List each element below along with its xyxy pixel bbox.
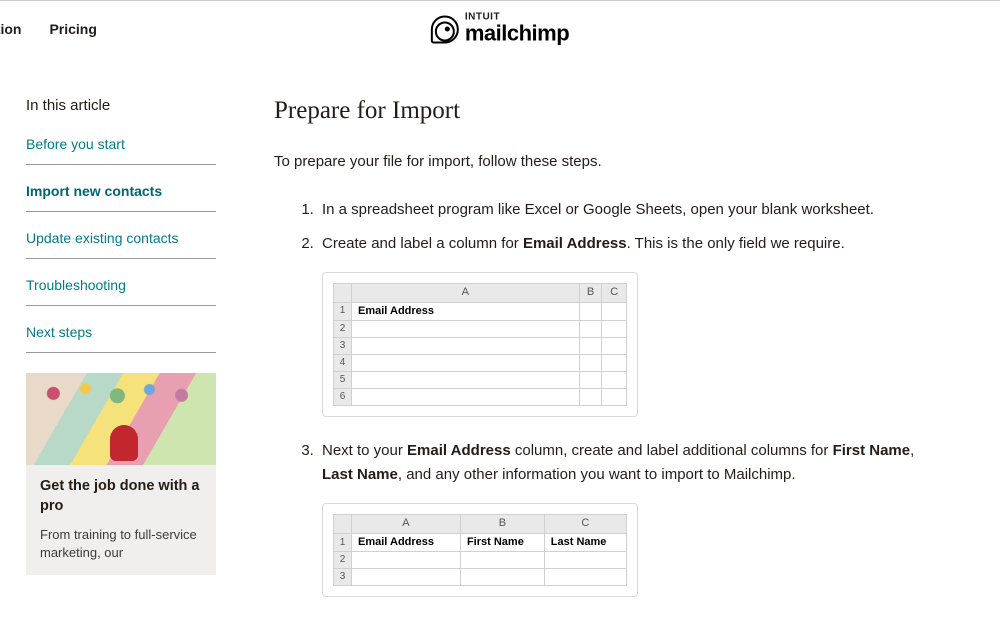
cell (352, 372, 580, 389)
toc-list: Before you start Import new contacts Upd… (26, 136, 236, 353)
page-body: In this article Before you start Import … (0, 57, 1000, 619)
spreadsheet-example-1: A B C 1Email Address 2 3 4 5 6 (322, 272, 638, 417)
article-lead: To prepare your file for import, follow … (274, 153, 936, 170)
top-nav: ation Pricing INTUIT mailchimp (0, 1, 1000, 57)
toc-item-before-you-start[interactable]: Before you start (26, 136, 216, 165)
mailchimp-monkey-icon (431, 15, 459, 43)
top-nav-left: ation Pricing (0, 21, 97, 37)
col-header: C (602, 284, 627, 303)
cell (544, 569, 626, 586)
promo-image (26, 373, 216, 465)
col-header: A (352, 515, 461, 534)
cell (579, 389, 602, 406)
sheet-corner (334, 284, 352, 303)
cell (602, 355, 627, 372)
cell (579, 338, 602, 355)
row-header: 2 (334, 552, 352, 569)
col-header: B (460, 515, 544, 534)
step-3: Next to your Email Address column, creat… (318, 439, 936, 597)
row-header: 6 (334, 389, 352, 406)
brand-name: mailchimp (465, 21, 569, 46)
row-header: 1 (334, 533, 352, 552)
cell-b1: First Name (460, 533, 544, 552)
step-2-bold: Email Address (523, 235, 627, 252)
row-header: 2 (334, 321, 352, 338)
step-3-text-g: , and any other information you want to … (398, 466, 796, 483)
brand-text: INTUIT mailchimp (465, 13, 569, 46)
toc-heading: In this article (26, 97, 236, 114)
sheet-corner (334, 515, 352, 534)
cell (602, 389, 627, 406)
sheet-table: A B C 1Email AddressFirst NameLast Name … (333, 514, 627, 586)
row-header: 4 (334, 355, 352, 372)
promo-title: Get the job done with a pro (40, 477, 202, 516)
toc-item-import-new-contacts[interactable]: Import new contacts (26, 183, 216, 212)
cell-a1: Email Address (352, 302, 580, 321)
step-3-bold-email: Email Address (407, 442, 511, 459)
cell (352, 552, 461, 569)
cell (352, 355, 580, 372)
step-3-text-c: column, create and label additional colu… (511, 442, 833, 459)
cell (579, 302, 602, 321)
cell (602, 302, 627, 321)
step-3-bold-last: Last Name (322, 466, 398, 483)
cell (544, 552, 626, 569)
cell (602, 338, 627, 355)
toc-link[interactable]: Troubleshooting (26, 277, 126, 293)
toc-item-update-existing-contacts[interactable]: Update existing contacts (26, 230, 216, 259)
cell-c1: Last Name (544, 533, 626, 552)
col-header: A (352, 284, 580, 303)
col-header: B (579, 284, 602, 303)
cell (579, 372, 602, 389)
nav-item-partial[interactable]: ation (0, 21, 21, 37)
row-header: 3 (334, 338, 352, 355)
brand-logo[interactable]: INTUIT mailchimp (431, 13, 569, 46)
toc-link[interactable]: Import new contacts (26, 183, 162, 199)
toc-link[interactable]: Next steps (26, 324, 92, 340)
step-2: Create and label a column for Email Addr… (318, 232, 936, 417)
toc-link[interactable]: Before you start (26, 136, 125, 152)
row-header: 1 (334, 302, 352, 321)
row-header: 3 (334, 569, 352, 586)
step-3-text-e: , (910, 442, 914, 459)
row-header: 5 (334, 372, 352, 389)
cell (352, 569, 461, 586)
cell-a1: Email Address (352, 533, 461, 552)
steps-list: In a spreadsheet program like Excel or G… (274, 198, 936, 597)
sidebar: In this article Before you start Import … (26, 97, 236, 619)
cell (460, 552, 544, 569)
sheet-table: A B C 1Email Address 2 3 4 5 6 (333, 283, 627, 406)
cell (602, 321, 627, 338)
spreadsheet-example-2: A B C 1Email AddressFirst NameLast Name … (322, 503, 638, 597)
step-1: In a spreadsheet program like Excel or G… (318, 198, 936, 222)
cell (579, 321, 602, 338)
nav-item-pricing[interactable]: Pricing (49, 21, 96, 37)
article-content: Prepare for Import To prepare your file … (236, 97, 936, 619)
cell (352, 389, 580, 406)
step-3-bold-first: First Name (833, 442, 911, 459)
col-header: C (544, 515, 626, 534)
step-2-text-a: Create and label a column for (322, 235, 523, 252)
promo-text: From training to full-service marketing,… (40, 526, 202, 562)
cell (460, 569, 544, 586)
cell (579, 355, 602, 372)
cell (352, 338, 580, 355)
article-title: Prepare for Import (274, 97, 936, 125)
step-2-text-c: . This is the only field we require. (627, 235, 845, 252)
cell (352, 321, 580, 338)
toc-link[interactable]: Update existing contacts (26, 230, 179, 246)
step-3-text-a: Next to your (322, 442, 407, 459)
toc-item-next-steps[interactable]: Next steps (26, 324, 216, 353)
toc-item-troubleshooting[interactable]: Troubleshooting (26, 277, 216, 306)
cell (602, 372, 627, 389)
promo-body: Get the job done with a pro From trainin… (26, 465, 216, 575)
promo-card[interactable]: Get the job done with a pro From trainin… (26, 373, 216, 575)
